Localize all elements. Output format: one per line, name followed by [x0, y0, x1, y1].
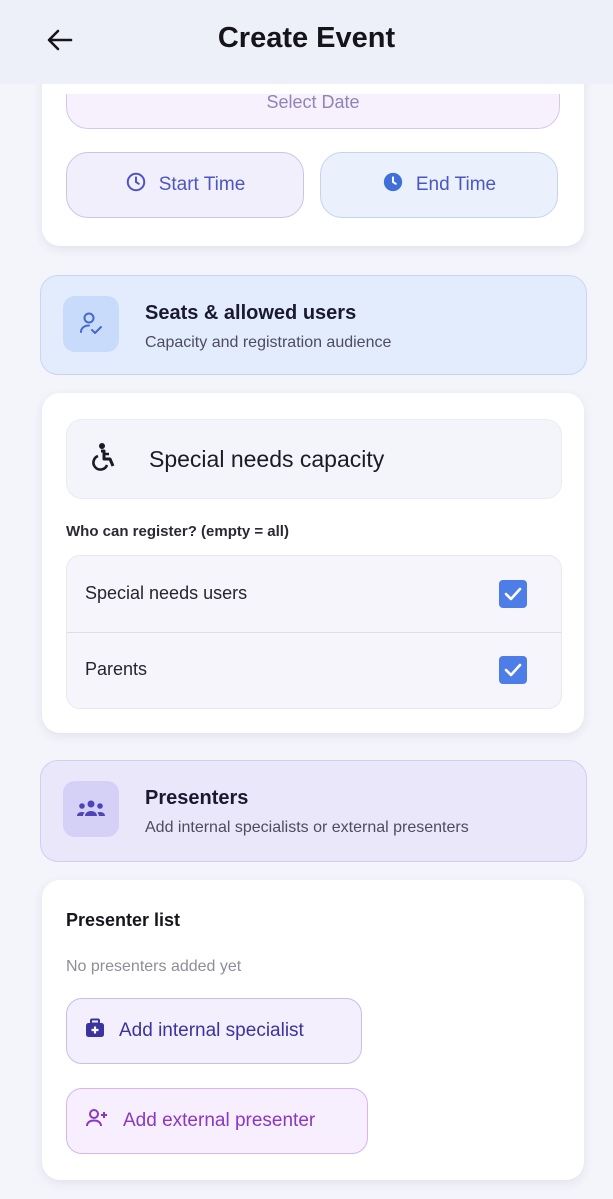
presenters-section-header[interactable]: Presenters Add internal specialists or e…	[40, 760, 587, 862]
option-parents[interactable]: Parents	[67, 632, 561, 708]
option-label: Parents	[85, 659, 148, 679]
presenter-list-empty-text: No presenters added yet	[66, 958, 242, 975]
audience-checklist: Special needs users Parents	[66, 555, 562, 709]
special-needs-capacity-label: Special needs capacity	[149, 446, 385, 472]
group-icon	[63, 781, 119, 837]
add-external-presenter-button[interactable]: Add external presenter	[66, 1088, 368, 1154]
user-check-icon	[63, 296, 119, 352]
page-title: Create Event	[217, 22, 396, 54]
seats-card: Special needs capacity Who can register?…	[42, 393, 584, 733]
seats-section-title: Seats & allowed users	[145, 302, 357, 324]
presenters-section-subtitle: Add internal specialists or external pre…	[145, 819, 469, 836]
app-bar: Create Event	[0, 0, 613, 84]
start-time-label: Start Time	[158, 174, 246, 195]
add-internal-specialist-label: Add internal specialist	[119, 1020, 304, 1041]
add-external-presenter-label: Add external presenter	[123, 1110, 316, 1131]
end-time-label: End Time	[415, 174, 497, 195]
select-date-button[interactable]: Select Date	[66, 92, 560, 129]
presenters-section-title: Presenters	[145, 787, 249, 809]
special-needs-capacity-field[interactable]: Special needs capacity	[66, 419, 562, 499]
start-time-button[interactable]: Start Time	[66, 152, 304, 218]
select-date-label: Select Date	[266, 92, 360, 112]
presenter-list-card: Presenter list No presenters added yet A…	[42, 880, 584, 1180]
seats-section-subtitle: Capacity and registration audience	[145, 334, 392, 351]
person-add-icon	[85, 1108, 109, 1134]
seats-section-header[interactable]: Seats & allowed users Capacity and regis…	[40, 275, 587, 375]
clock-outline-icon	[125, 171, 147, 199]
checkbox-checked[interactable]	[499, 580, 527, 608]
who-can-register-label: Who can register? (empty = all)	[66, 523, 289, 540]
checkbox-checked[interactable]	[499, 656, 527, 684]
clock-filled-icon	[382, 171, 404, 199]
schedule-card: Select Date Start Time End Time	[42, 60, 584, 246]
add-internal-specialist-button[interactable]: Add internal specialist	[66, 998, 362, 1064]
medical-bag-icon	[85, 1018, 105, 1044]
wheelchair-icon	[89, 442, 119, 479]
option-label: Special needs users	[85, 583, 248, 603]
presenter-list-title: Presenter list	[66, 910, 181, 930]
end-time-button[interactable]: End Time	[320, 152, 558, 218]
option-special-needs-users[interactable]: Special needs users	[67, 556, 561, 633]
